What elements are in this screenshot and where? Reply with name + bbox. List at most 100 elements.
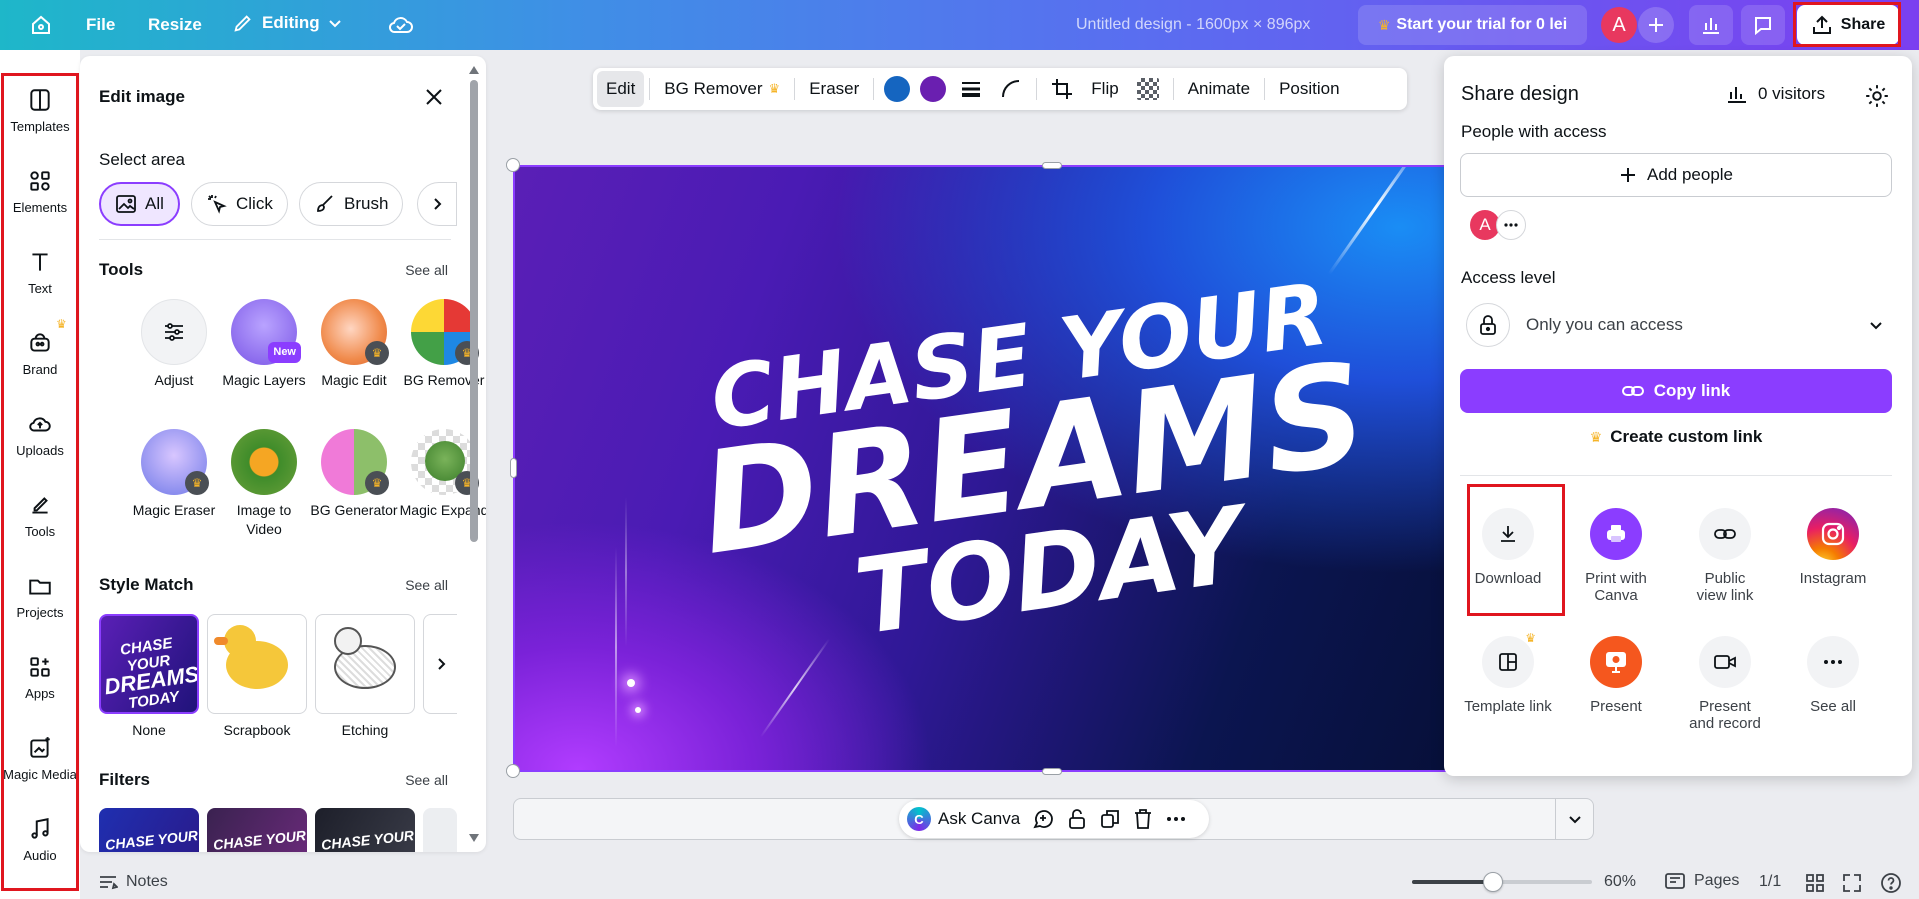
fullscreen-icon[interactable] (1842, 873, 1862, 893)
share-option-instagram[interactable]: Instagram (1783, 508, 1883, 587)
gear-icon[interactable] (1864, 83, 1890, 109)
tool-magic-layers[interactable]: New Magic Layers (219, 299, 309, 390)
grid-view-icon[interactable] (1805, 873, 1825, 893)
resize-handle-bottom[interactable] (1042, 768, 1062, 775)
zoom-value[interactable]: 60% (1604, 873, 1636, 891)
border-weight-button[interactable] (951, 71, 991, 107)
ask-canva-button[interactable]: C Ask Canva (907, 807, 1020, 831)
zoom-slider-thumb[interactable] (1483, 872, 1503, 892)
add-people-button[interactable]: Add people (1460, 153, 1892, 197)
avatar[interactable]: A (1601, 7, 1637, 43)
visitors-button[interactable]: 0 visitors (1726, 84, 1825, 104)
resize-handle-top[interactable] (1042, 162, 1062, 169)
flip-button[interactable]: Flip (1082, 71, 1127, 107)
share-option-public-link[interactable]: Public view link (1675, 508, 1775, 604)
share-option-download[interactable]: Download (1458, 508, 1558, 587)
position-button[interactable]: Position (1270, 71, 1348, 107)
panel-title: Edit image (99, 87, 185, 106)
filter-1[interactable]: CHASE YOUR (99, 808, 199, 852)
filter-3[interactable]: CHASE YOUR (315, 808, 415, 852)
click-icon (208, 195, 227, 214)
duplicate-icon[interactable] (1099, 808, 1121, 830)
more-options-icon[interactable] (1165, 808, 1187, 830)
access-level-dropdown[interactable]: Only you can access (1460, 300, 1892, 350)
filters-see-all[interactable]: See all (405, 772, 448, 788)
notes-button[interactable]: Notes (98, 873, 168, 891)
color-swatch-purple[interactable] (920, 76, 947, 102)
start-trial-button[interactable]: ♛ Start your trial for 0 lei (1358, 5, 1587, 45)
rail-text[interactable]: Text (0, 232, 80, 312)
rail-uploads[interactable]: Uploads (0, 394, 80, 474)
pages-button[interactable]: Pages (1664, 872, 1739, 890)
color-swatch-blue[interactable] (884, 76, 911, 102)
resize-handle-bottom-left[interactable] (506, 764, 520, 778)
style-more[interactable] (423, 614, 457, 714)
animate-button[interactable]: Animate (1179, 71, 1259, 107)
add-comment-icon[interactable] (1031, 807, 1055, 831)
chip-brush[interactable]: Brush (299, 182, 404, 226)
tool-magic-eraser[interactable]: ♛ Magic Eraser (129, 429, 219, 520)
tool-image-to-video[interactable]: Image to Video (219, 429, 309, 539)
style-etching[interactable] (315, 614, 415, 714)
filter-more[interactable] (423, 808, 457, 852)
insights-button[interactable] (1689, 5, 1733, 45)
share-option-present[interactable]: Present (1566, 636, 1666, 715)
corner-rounding-button[interactable] (991, 71, 1031, 107)
style-scrapbook[interactable] (207, 614, 307, 714)
style-match-see-all[interactable]: See all (405, 577, 448, 593)
cloud-saved-icon[interactable] (386, 10, 416, 40)
editing-mode-button[interactable]: Editing (232, 12, 342, 34)
chip-click[interactable]: Click (191, 182, 288, 226)
tool-magic-edit[interactable]: ♛ Magic Edit (309, 299, 399, 390)
trash-icon[interactable] (1132, 808, 1154, 830)
edit-button[interactable]: Edit (597, 71, 645, 107)
rail-brand[interactable]: Brand ♛ (0, 313, 80, 393)
style-none[interactable]: CHASE YOUR DREAMS TODAY (99, 614, 199, 714)
scroll-down-arrow[interactable] (469, 834, 479, 842)
design-title[interactable]: Untitled design - 1600px × 896px (1076, 16, 1310, 34)
trial-label: Start your trial for 0 lei (1396, 16, 1568, 33)
tools-see-all[interactable]: See all (405, 262, 448, 278)
rail-magic-media[interactable]: Magic Media (0, 718, 80, 798)
crop-button[interactable] (1042, 71, 1082, 107)
rail-elements[interactable]: Elements (0, 151, 80, 231)
chips-scroll-right[interactable] (417, 182, 457, 226)
chip-all[interactable]: All (99, 182, 180, 226)
expand-pages-button[interactable] (1555, 799, 1593, 839)
scroll-up-arrow[interactable] (469, 66, 479, 74)
more-collaborators-button[interactable] (1496, 210, 1526, 240)
share-option-present-record[interactable]: Present and record (1675, 636, 1775, 732)
lock-icon[interactable] (1066, 808, 1088, 830)
file-menu[interactable]: File (86, 15, 115, 35)
tool-adjust[interactable]: Adjust (129, 299, 219, 390)
resize-menu[interactable]: Resize (148, 15, 202, 35)
rail-projects[interactable]: Projects (0, 556, 80, 636)
rail-audio[interactable]: Audio (0, 799, 80, 879)
rail-apps[interactable]: Apps (0, 637, 80, 717)
design-canvas[interactable]: CHASE YOUR DREAMS TODAY (513, 165, 1448, 772)
help-icon[interactable] (1880, 872, 1902, 894)
tool-bg-generator[interactable]: ♛ BG Generator (309, 429, 399, 520)
share-option-see-all[interactable]: See all (1783, 636, 1883, 715)
resize-handle-left[interactable] (510, 458, 517, 478)
scrollbar-thumb[interactable] (470, 80, 478, 542)
rail-tools[interactable]: Tools (0, 475, 80, 555)
panel-scrollbar[interactable] (466, 58, 482, 850)
share-button[interactable]: Share (1797, 5, 1899, 45)
create-custom-link-button[interactable]: ♛ Create custom link (1460, 427, 1892, 447)
home-icon[interactable] (26, 10, 56, 40)
filter-2[interactable]: CHASE YOUR (207, 808, 307, 852)
resize-handle-top-left[interactable] (506, 158, 520, 172)
rail-templates[interactable]: Templates (0, 70, 80, 150)
close-panel-button[interactable] (423, 86, 447, 110)
copy-link-button[interactable]: Copy link (1460, 369, 1892, 413)
bg-remover-button[interactable]: BG Remover ♛ (655, 71, 789, 107)
zoom-slider[interactable] (1412, 872, 1592, 892)
invite-plus-button[interactable] (1638, 7, 1674, 43)
eraser-button[interactable]: Eraser (800, 71, 868, 107)
transparency-button[interactable] (1128, 71, 1168, 107)
comments-button[interactable] (1741, 5, 1785, 45)
share-option-print[interactable]: Print with Canva (1566, 508, 1666, 604)
headline-text[interactable]: CHASE YOUR DREAMS TODAY (677, 264, 1393, 666)
share-option-template-link[interactable]: ♛ Template link (1458, 631, 1558, 715)
